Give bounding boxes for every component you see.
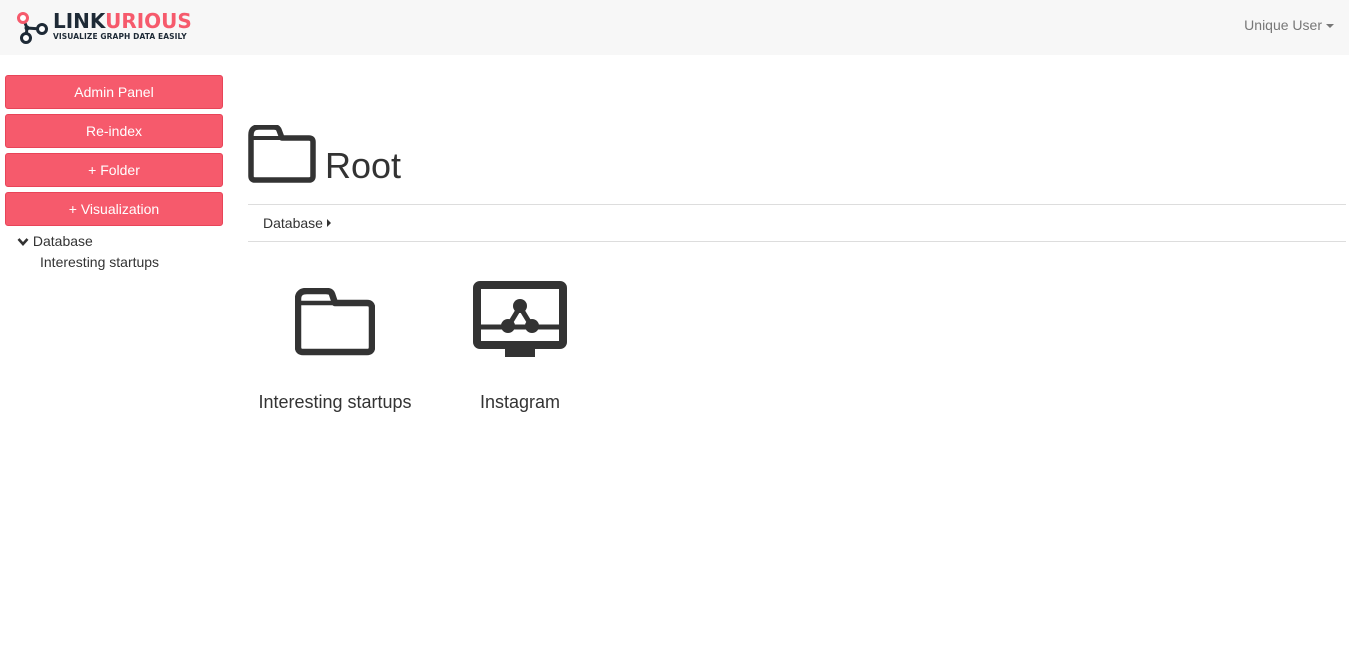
admin-panel-button[interactable]: Admin Panel (5, 75, 223, 109)
breadcrumb: Database (248, 204, 1346, 242)
caret-right-icon (326, 219, 331, 227)
tree-item-database-label: Database (32, 233, 93, 249)
folder-tile-label: Interesting startups (258, 392, 412, 412)
reindex-button[interactable]: Re-index (5, 114, 223, 148)
breadcrumb-item-database[interactable]: Database (263, 215, 331, 231)
tree-item-database[interactable]: Database (5, 232, 223, 252)
page-title: Root (325, 145, 402, 186)
linkurious-logo[interactable]: LINKURIOUS VISUALIZE GRAPH DATA EASILY (16, 10, 192, 44)
logo-tagline: VISUALIZE GRAPH DATA EASILY (53, 32, 187, 41)
logo-wordmark-part1: LINK (53, 9, 106, 33)
add-visualization-button[interactable]: + Visualization (5, 192, 223, 226)
sidebar: Admin Panel Re-index + Folder + Visualiz… (5, 75, 223, 272)
user-menu-dropdown[interactable]: Unique User (1244, 17, 1334, 33)
folder-icon (248, 125, 316, 183)
graph-visualization-icon (473, 281, 567, 357)
logo-wordmark: LINKURIOUS (53, 10, 192, 32)
breadcrumb-item-label: Database (263, 215, 323, 231)
caret-down-icon (1326, 24, 1334, 29)
folder-tree: Database Interesting startups (5, 232, 223, 272)
graph-nodes-icon (17, 12, 48, 44)
user-menu-label: Unique User (1244, 17, 1322, 33)
folder-icon (295, 288, 375, 356)
add-folder-button[interactable]: + Folder (5, 153, 223, 187)
top-navbar: LINKURIOUS VISUALIZE GRAPH DATA EASILY U… (0, 0, 1349, 55)
chevron-down-icon[interactable] (17, 237, 29, 247)
visualization-tile-label: Instagram (479, 392, 561, 412)
logo-wordmark-part2: URIOUS (105, 9, 192, 33)
tree-item-interesting-startups[interactable]: Interesting startups (5, 252, 223, 272)
